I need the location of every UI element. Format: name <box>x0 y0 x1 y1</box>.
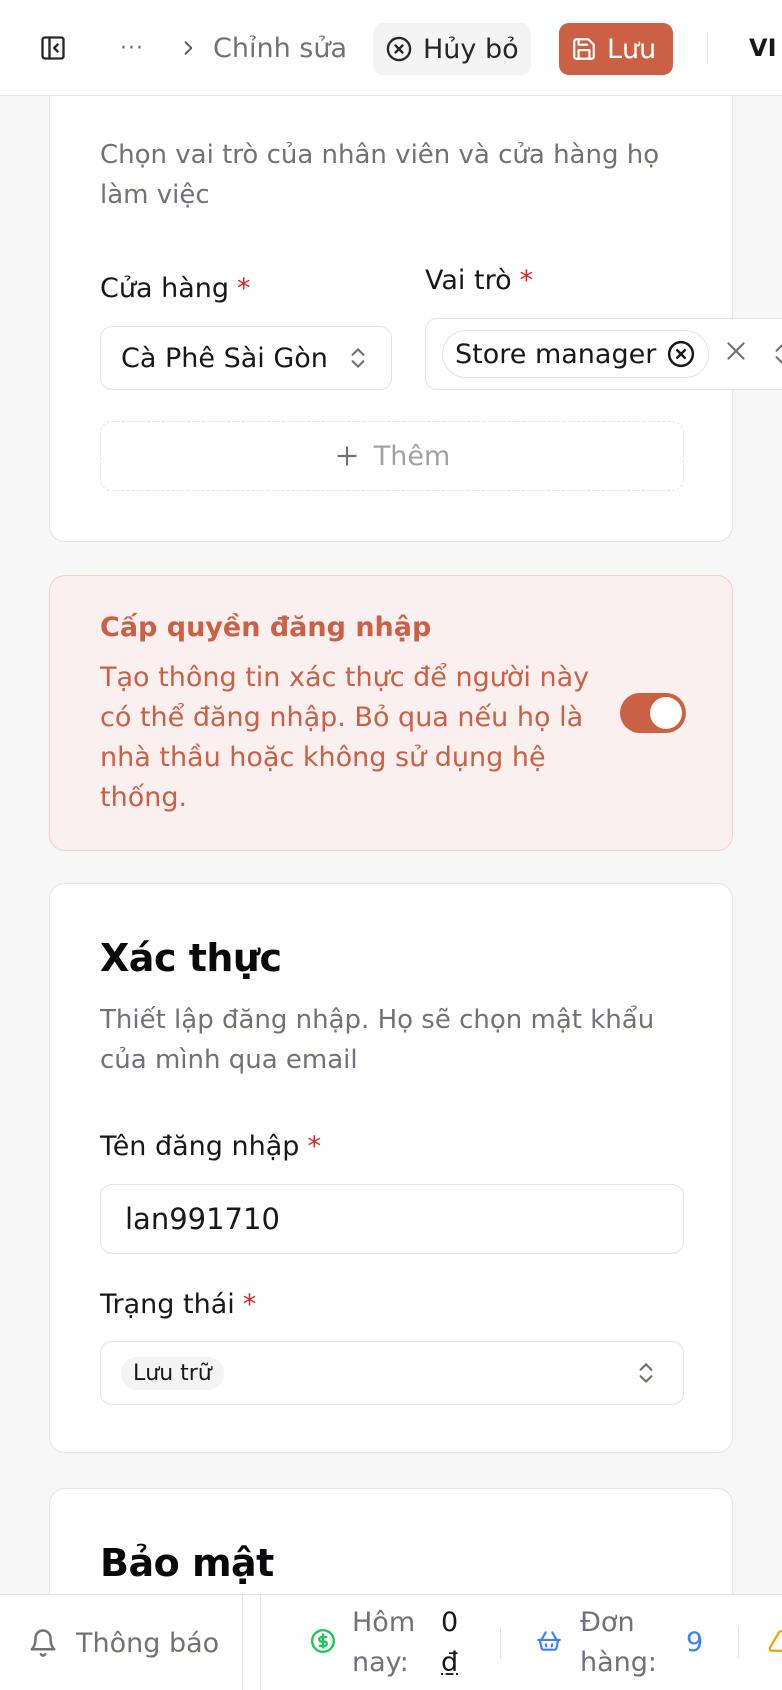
role-chip-label: Store manager <box>455 338 657 370</box>
add-store-role-button[interactable]: Thêm <box>100 421 684 491</box>
sidebar-toggle-button[interactable] <box>38 33 68 63</box>
cancel-button[interactable]: Hủy bỏ <box>373 23 531 75</box>
chevrons-up-down-icon <box>351 348 365 368</box>
status-select[interactable]: Lưu trữ <box>100 1341 684 1405</box>
role-chip: Store manager <box>442 330 710 378</box>
breadcrumb-current: Chỉnh sửa <box>213 32 347 64</box>
breadcrumb-more-button[interactable]: ··· <box>120 28 144 68</box>
permissions-card: Chọn vai trò của nhân viên và cửa hàng h… <box>49 20 782 542</box>
orders-count[interactable]: 9 <box>686 1623 703 1663</box>
chevrons-up-down-icon <box>639 1363 653 1383</box>
store-select[interactable]: Cà Phê Sài Gòn <box>100 326 392 390</box>
permissions-description: Chọn vai trò của nhân viên và cửa hàng h… <box>100 140 660 210</box>
sidebar-toggle-icon <box>41 36 65 60</box>
login-access-title: Cấp quyền đăng nhập <box>100 612 432 643</box>
notifications-label: Thông báo <box>76 1627 220 1659</box>
breadcrumb-chevron-right-icon <box>178 30 198 66</box>
chevrons-up-down-icon <box>775 344 782 364</box>
basket-icon <box>536 1628 562 1654</box>
bottombar-divider <box>242 1595 243 1690</box>
add-label: Thêm <box>373 440 451 472</box>
save-button[interactable]: Lưu <box>559 23 673 75</box>
cancel-button-label: Hủy bỏ <box>423 33 519 65</box>
auth-description: Thiết lập đăng nhập. Họ sẽ chọn mật khẩu… <box>100 1005 655 1075</box>
orders-label: Đơn hàng: <box>580 1607 658 1678</box>
auth-card: Xác thực Thiết lập đăng nhập. Họ sẽ chọn… <box>49 883 733 1453</box>
circle-x-icon <box>386 36 412 62</box>
username-label: Tên đăng nhập * <box>100 1131 321 1162</box>
login-access-toggle[interactable] <box>620 693 686 733</box>
language-switcher[interactable]: VI <box>749 28 777 68</box>
warning-icon <box>768 1628 782 1654</box>
notifications-button[interactable]: Thông báo <box>28 1623 219 1663</box>
bottom-status-bar: Thông báo Hôm nay: 0 ₫ Đơn hàng: 9 <box>0 1594 782 1690</box>
store-label: Cửa hàng * <box>100 273 251 304</box>
toolbar-divider <box>707 32 708 64</box>
bell-icon <box>30 1629 56 1657</box>
bottombar-divider <box>500 1627 501 1659</box>
top-toolbar: ··· Chỉnh sửa Hủy bỏ Lưu VI <box>0 0 782 96</box>
clear-selection-icon[interactable] <box>723 338 749 371</box>
today-revenue-value: 0 ₫ <box>441 1607 459 1678</box>
login-access-description: Tạo thông tin xác thực để người này có t… <box>100 662 590 813</box>
username-input[interactable]: lan991710 <box>100 1184 684 1254</box>
bottombar-divider <box>260 1595 261 1690</box>
role-label: Vai trò * <box>425 265 534 296</box>
money-icon <box>310 1628 336 1654</box>
auth-title: Xác thực <box>100 936 282 980</box>
store-select-value: Cà Phê Sài Gòn <box>121 342 328 374</box>
security-title: Bảo mật <box>100 1541 274 1585</box>
today-revenue-label: Hôm nay: <box>352 1607 416 1678</box>
plus-icon <box>336 446 357 466</box>
login-access-panel: Cấp quyền đăng nhập Tạo thông tin xác th… <box>49 575 733 851</box>
chip-remove-icon[interactable] <box>666 339 696 369</box>
role-multiselect[interactable]: Store manager <box>425 318 782 390</box>
toggle-knob <box>650 697 682 729</box>
save-icon <box>573 38 595 60</box>
status-badge: Lưu trữ <box>121 1356 224 1390</box>
bottombar-divider <box>738 1627 739 1659</box>
save-button-label: Lưu <box>607 33 657 65</box>
status-label: Trạng thái * <box>100 1289 257 1320</box>
